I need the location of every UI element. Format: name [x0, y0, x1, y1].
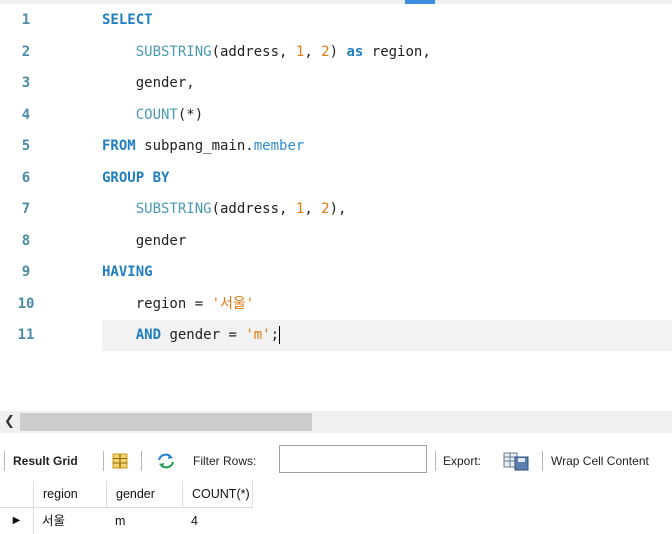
refresh-icon[interactable]: [156, 452, 176, 470]
line-number: 11: [17, 327, 35, 343]
filter-rows-input[interactable]: [279, 445, 427, 473]
column-header-region[interactable]: region: [34, 481, 107, 508]
keyword-from: FROM: [102, 138, 136, 154]
line-code[interactable]: AND gender = 'm';: [102, 320, 672, 351]
line-number: 8: [21, 233, 31, 249]
keyword-group-by: GROUP BY: [102, 170, 170, 186]
keyword-select: SELECT: [102, 12, 153, 28]
toolbar-divider: [542, 451, 543, 471]
editor-line-current: 11 AND gender = 'm';: [0, 320, 672, 351]
editor-line: 3 gender,: [0, 68, 672, 99]
table-cell-region[interactable]: 서울: [34, 508, 65, 534]
function-substring: SUBSTRING: [135, 44, 212, 60]
line-code[interactable]: SUBSTRING(address, 1, 2),: [102, 194, 672, 225]
line-code[interactable]: GROUP BY: [102, 163, 672, 194]
keyword-as: as: [346, 44, 364, 60]
line-code[interactable]: region = '서울': [102, 289, 672, 320]
grid-corner: [0, 481, 34, 508]
line-code[interactable]: SELECT: [102, 5, 672, 36]
horizontal-scrollbar[interactable]: ❮: [0, 411, 672, 433]
line-number: 9: [21, 264, 31, 280]
export-icon[interactable]: [503, 451, 533, 471]
line-code[interactable]: gender,: [102, 68, 672, 99]
editor-line: 8 gender: [0, 226, 672, 257]
code-text: ),: [329, 201, 347, 217]
code-text: (address,: [211, 44, 296, 60]
editor-line: 6 GROUP BY: [0, 163, 672, 194]
sql-editor[interactable]: 1 SELECT 2 SUBSTRING(address, 1, 2) as r…: [0, 4, 672, 404]
code-text: ;: [270, 327, 280, 343]
number-literal: 2: [321, 44, 330, 60]
code-text: gender =: [161, 327, 246, 343]
toolbar-divider: [435, 451, 436, 471]
result-toolbar: Result Grid Filter Rows: Export: Wrap Ce…: [0, 441, 672, 481]
line-code[interactable]: HAVING: [102, 257, 672, 288]
line-code[interactable]: COUNT(*): [102, 100, 672, 131]
number-literal: 2: [321, 201, 330, 217]
line-code[interactable]: FROM subpang_main.member: [102, 131, 672, 162]
grid-icon[interactable]: [111, 452, 129, 470]
editor-line: 9 HAVING: [0, 257, 672, 288]
string-literal: '서울': [211, 296, 255, 312]
filter-rows-label: Filter Rows:: [193, 454, 257, 468]
export-label: Export:: [443, 454, 482, 468]
column-header-gender[interactable]: gender: [107, 481, 183, 508]
code-text: (address,: [211, 201, 296, 217]
toolbar-divider: [103, 451, 104, 471]
string-literal: 'm': [245, 327, 271, 343]
result-grid: region gender COUNT(*) ▶ 서울 m 4: [0, 481, 672, 534]
editor-line: 4 COUNT(*): [0, 100, 672, 131]
column-header-count[interactable]: COUNT(*): [183, 481, 253, 508]
line-number: 1: [21, 12, 31, 28]
scroll-left-arrow-icon[interactable]: ❮: [4, 411, 15, 433]
line-number: 10: [17, 296, 35, 312]
line-number: 3: [21, 75, 31, 91]
editor-line: 10 region = '서울': [0, 289, 672, 320]
code-text: gender,: [135, 75, 195, 91]
editor-line: 1 SELECT: [0, 5, 672, 36]
line-number: 5: [21, 138, 31, 154]
editor-line: 2 SUBSTRING(address, 1, 2) as region,: [0, 37, 672, 68]
code-text: ): [329, 44, 339, 60]
table-name: member: [253, 138, 305, 154]
wrap-cell-content-toggle[interactable]: Wrap Cell Content: [551, 441, 649, 481]
line-number: 7: [21, 201, 31, 217]
keyword-and: AND: [135, 327, 162, 343]
table-cell-gender[interactable]: m: [107, 508, 125, 534]
code-text: region =: [135, 296, 212, 312]
keyword-having: HAVING: [102, 264, 153, 280]
function-count: COUNT: [135, 107, 178, 123]
result-grid-label: Result Grid: [13, 454, 78, 468]
code-text: ,: [304, 201, 322, 217]
line-code[interactable]: gender: [102, 226, 672, 257]
code-text: gender: [135, 233, 187, 249]
line-number: 4: [21, 107, 31, 123]
table-cell-count[interactable]: 4: [183, 508, 198, 534]
editor-line: 7 SUBSTRING(address, 1, 2),: [0, 194, 672, 225]
editor-line: 5 FROM subpang_main.member: [0, 131, 672, 162]
code-text: ,: [304, 44, 322, 60]
current-row-arrow-icon: ▶: [0, 508, 34, 534]
toolbar-divider: [4, 451, 5, 471]
code-text: subpang_main.: [135, 138, 254, 154]
code-text: region,: [363, 44, 431, 60]
code-text: (*): [177, 107, 204, 123]
line-number: 6: [21, 170, 31, 186]
line-code[interactable]: SUBSTRING(address, 1, 2) as region,: [102, 37, 672, 68]
toolbar-divider: [141, 451, 142, 471]
line-number: 2: [21, 44, 31, 60]
scrollbar-thumb[interactable]: [20, 413, 312, 431]
text-cursor: [279, 326, 281, 344]
function-substring: SUBSTRING: [135, 201, 212, 217]
